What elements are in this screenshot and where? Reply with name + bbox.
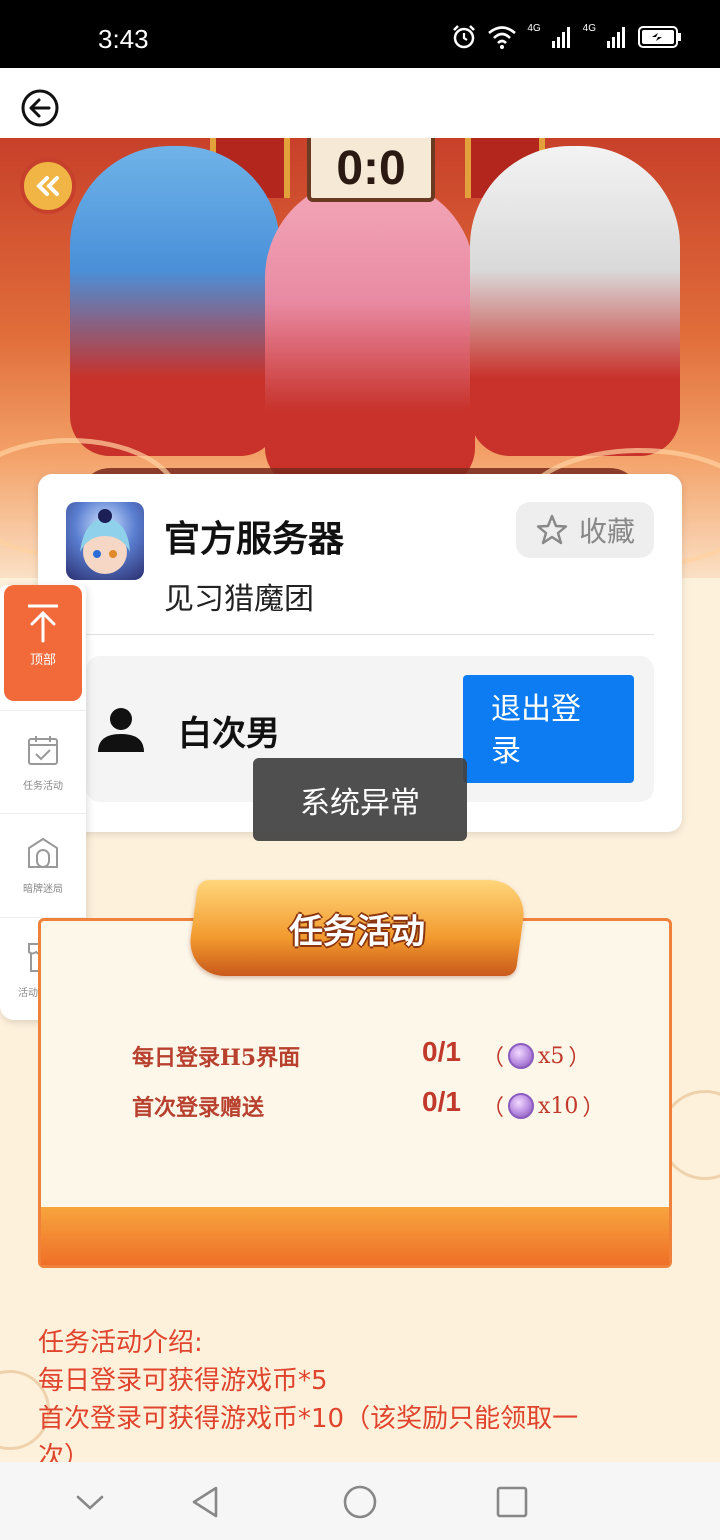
character-white-hair <box>470 146 680 456</box>
double-chevron-left-icon <box>36 176 59 196</box>
coin-icon <box>508 1043 535 1069</box>
network-type-label-2: 4G <box>582 23 596 34</box>
favorite-button[interactable]: 收藏 <box>516 502 654 558</box>
side-item-label: 暗牌迷局 <box>23 884 63 895</box>
nav-bar <box>0 68 720 138</box>
game-app-icon <box>66 502 144 580</box>
logout-button[interactable]: 退出登录 <box>463 675 634 783</box>
task-row: 每日登录H5界面 0/1 （ x5 ） <box>94 1036 634 1076</box>
system-nav-bar <box>0 1462 720 1540</box>
side-item-dark-cards[interactable]: 暗牌迷局 <box>0 813 86 913</box>
alarm-icon <box>453 25 476 49</box>
divider <box>86 634 654 635</box>
status-bar: 3:43 4G 4G <box>0 0 720 68</box>
toast-message: 系统异常 <box>253 758 467 841</box>
side-item-label: 任务活动 <box>23 781 63 792</box>
task-name: 首次登录赠送 <box>132 1095 265 1121</box>
task-panel-footer <box>41 1207 669 1265</box>
intro-line: 每日登录可获得游戏币*5 <box>38 1366 328 1396</box>
task-reward: （ x5 ） <box>482 1040 590 1072</box>
task-row: 首次登录赠送 0/1 （ x10 ） <box>94 1086 634 1126</box>
network-type-label: 4G <box>527 23 541 34</box>
paren-open: （ <box>482 1046 505 1071</box>
signal-icon-2 <box>607 27 625 48</box>
game-character-icon <box>80 509 130 574</box>
task-progress: 0/1 <box>422 1036 461 1067</box>
paren-close: ） <box>568 1046 591 1071</box>
calendar-check-icon <box>28 736 58 765</box>
signal-icon <box>551 27 570 48</box>
task-intro: 任务活动介绍: 每日登录可获得游戏币*5 首次登录可获得游戏币*10（该奖励只能… <box>38 1324 678 1476</box>
task-name: 每日登录H5界面 <box>132 1045 301 1071</box>
task-progress: 0/1 <box>422 1086 461 1117</box>
nav-back-icon[interactable] <box>188 1484 224 1520</box>
server-name: 官方服务器 <box>164 519 345 560</box>
status-icons: 4G 4G <box>451 24 682 50</box>
coin-icon <box>508 1093 535 1119</box>
character-pink-hair <box>265 178 475 488</box>
side-item-tasks[interactable]: 任务活动 <box>0 710 86 810</box>
battery-icon <box>638 26 681 48</box>
status-time: 3:43 <box>98 24 149 54</box>
intro-line: 首次登录可获得游戏币*10（该奖励只能领取一 <box>38 1404 579 1434</box>
user-name: 白次男 <box>178 714 280 754</box>
scroll-top-label: 顶部 <box>29 653 56 668</box>
wifi-icon <box>488 26 517 49</box>
paren-open: （ <box>482 1096 505 1121</box>
task-reward-amount: x10 <box>538 1093 579 1119</box>
user-icon <box>98 708 144 752</box>
back-arrow-icon[interactable] <box>20 88 60 128</box>
character-blue-hair <box>70 146 280 456</box>
chevron-down-icon[interactable] <box>72 1484 108 1520</box>
star-icon <box>536 514 568 545</box>
hero-back-button[interactable] <box>20 158 76 214</box>
paren-close: ） <box>582 1096 605 1121</box>
arrow-up-icon <box>28 604 58 643</box>
card-building-icon <box>28 837 58 868</box>
scroll-top-button[interactable]: 顶部 <box>4 585 82 701</box>
favorite-label: 收藏 <box>578 515 635 548</box>
task-reward-amount: x5 <box>538 1043 565 1069</box>
task-panel-title: 任务活动 <box>289 911 425 952</box>
game-name: 见习猎魔团 <box>164 582 314 617</box>
score-board: 0:0 <box>307 138 435 202</box>
intro-heading: 任务活动介绍: <box>38 1328 203 1358</box>
nav-home-icon[interactable] <box>342 1484 378 1520</box>
nav-recents-icon[interactable] <box>494 1484 530 1520</box>
task-reward: （ x10 ） <box>482 1090 604 1122</box>
